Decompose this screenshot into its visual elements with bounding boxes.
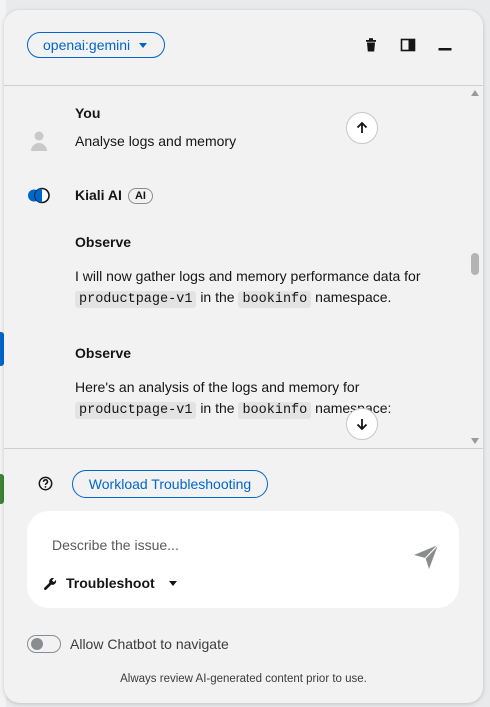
minimize-icon[interactable]	[437, 37, 453, 53]
help-icon[interactable]	[38, 476, 53, 491]
message-text-part: in the	[200, 400, 235, 416]
mode-selector-label: Troubleshoot	[66, 575, 155, 591]
message-text: I will now gather logs and memory perfor…	[75, 266, 421, 310]
kiali-logo-icon	[28, 187, 50, 204]
section-heading: Observe	[75, 345, 132, 361]
navigate-toggle-label: Allow Chatbot to navigate	[70, 636, 229, 652]
message-text-line: Here's an analysis of the logs and memor…	[75, 379, 360, 395]
wrench-icon	[44, 577, 57, 590]
message-author: Kiali AI AI	[75, 187, 153, 204]
message-composer: Troubleshoot	[27, 511, 459, 608]
scroll-to-bottom-button[interactable]	[346, 408, 378, 440]
scroll-to-top-button[interactable]	[346, 112, 378, 144]
scroll-down-arrow-icon[interactable]	[471, 438, 479, 444]
issue-input[interactable]	[52, 535, 372, 555]
arrow-down-icon	[356, 419, 368, 431]
chatbot-footer: Workload Troubleshooting Troubleshoot Al…	[4, 448, 483, 703]
toggle-knob	[31, 638, 43, 650]
inline-code: productpage-v1	[75, 402, 197, 419]
trash-icon[interactable]	[363, 37, 379, 53]
navigate-toggle[interactable]	[27, 635, 61, 653]
arrow-up-icon	[356, 121, 368, 133]
scrollbar-thumb[interactable]	[471, 253, 479, 275]
message-text-part: in the	[200, 289, 235, 305]
user-avatar-icon	[31, 131, 47, 151]
section-heading: Observe	[75, 234, 132, 250]
message-scrollbar[interactable]	[470, 90, 480, 444]
model-selector[interactable]: openai:gemini	[27, 32, 165, 58]
ai-badge: AI	[127, 188, 153, 204]
message-text-part: namespace.	[315, 289, 392, 305]
message-list[interactable]: You Analyse logs and memory Kiali AI AI O…	[4, 86, 483, 448]
chatbot-panel: openai:gemini You Analyse logs and memor…	[4, 10, 483, 703]
inline-code: productpage-v1	[75, 291, 197, 308]
chatbot-header: openai:gemini	[4, 10, 483, 86]
model-selector-label: openai:gemini	[43, 37, 131, 53]
bot-name: Kiali AI	[75, 187, 122, 203]
message-text: Here's an analysis of the logs and memor…	[75, 377, 391, 421]
message-text: Analyse logs and memory	[75, 133, 237, 149]
sidebar-layout-icon[interactable]	[400, 37, 416, 53]
message-text-line: I will now gather logs and memory perfor…	[75, 268, 421, 284]
scroll-up-arrow-icon[interactable]	[471, 90, 479, 96]
message-author: You	[75, 105, 101, 121]
ai-disclaimer: Always review AI-generated content prior…	[120, 673, 367, 685]
mode-selector[interactable]: Troubleshoot	[43, 572, 177, 594]
workload-troubleshooting-button[interactable]: Workload Troubleshooting	[72, 470, 268, 498]
inline-code: bookinfo	[238, 291, 312, 308]
inline-code: bookinfo	[238, 402, 312, 419]
caret-down-icon	[168, 580, 177, 586]
caret-down-icon	[139, 43, 147, 48]
send-button[interactable]	[413, 544, 439, 570]
